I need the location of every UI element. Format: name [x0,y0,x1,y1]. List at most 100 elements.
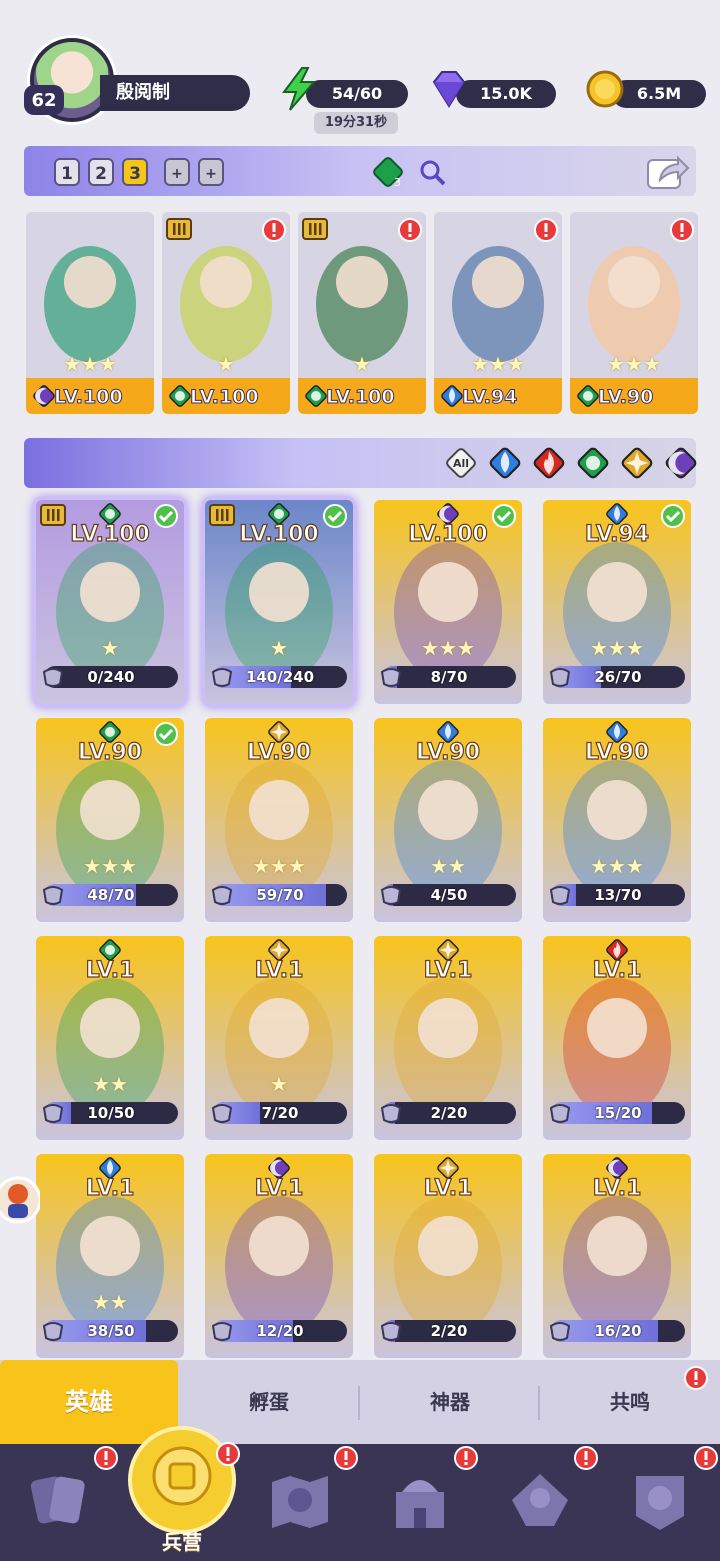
nav-guild[interactable] [480,1444,600,1561]
map-icon [272,1476,328,1528]
hero-card[interactable]: LV.1 ★★ 38/50 [36,1154,184,1358]
hero-level: LV.1 [85,1175,135,1201]
hero-stars: ★ [101,636,119,660]
hero-stars: ★ [270,636,288,660]
team-tab-2[interactable]: 2 [88,158,114,186]
nature-element-icon [577,447,609,479]
hero-level: LV.1 [423,1175,473,1201]
shard-icon [549,1104,571,1123]
hero-level: LV.94 [584,521,650,547]
hero-level: LV.90 [584,739,650,765]
hero-card[interactable]: LV.90 ★★★ 48/70 [36,718,184,922]
filter-fire[interactable] [532,446,566,480]
alert-icon [94,1446,118,1470]
hero-level: LV.100 [54,386,124,409]
team-hero-card[interactable]: ★★★ LV.94 [434,212,562,414]
shard-icon [42,1104,64,1123]
team-hero-card[interactable]: ★★★ LV.90 [570,212,698,414]
gold-counter[interactable]: 6.5M [586,70,706,108]
filter-nature[interactable] [576,446,610,480]
nav-clan[interactable] [600,1444,720,1561]
hero-card[interactable]: LV.100 ★ 0/240 [36,500,184,704]
alert-icon [534,218,558,242]
mushroom-house-icon [512,1474,568,1526]
shard-icon [380,668,402,687]
hero-stars: ★ [270,1072,288,1096]
team-tab-3[interactable]: 3 [122,158,148,186]
nav-barracks[interactable]: 兵营 [122,1424,242,1561]
hero-card[interactable]: LV.90 ★★★ 13/70 [543,718,691,922]
shard-icon [211,668,233,687]
hero-card[interactable]: LV.1 2/20 [374,936,522,1140]
hero-stars: ★★★ [421,636,475,660]
shard-icon [211,1104,233,1123]
alert-icon [262,218,286,242]
filter-light[interactable] [620,446,654,480]
shard-icon [380,886,402,905]
energy-counter[interactable]: 54/60 [282,67,408,111]
hero-card[interactable]: LV.90 ★★★ 59/70 [205,718,353,922]
hero-level: LV.100 [408,521,489,547]
hero-card[interactable]: LV.1 12/20 [205,1154,353,1358]
gem-counter[interactable]: 15.0K [432,71,556,108]
hero-stars: ★ [217,352,235,376]
hero-level: LV.94 [461,386,518,409]
add-team-button-2[interactable]: + [198,158,224,186]
share-icon[interactable] [646,152,690,192]
alert-icon [454,1446,478,1470]
hero-level: LV.90 [597,386,654,409]
side-hero-float-icon[interactable] [0,1170,40,1234]
magnifier-icon[interactable] [416,156,448,188]
hero-stars: ★★★ [252,854,306,878]
hero-stars: ★★★ [63,352,117,376]
nature-element-icon [577,385,599,407]
hero-level: LV.1 [592,1175,642,1201]
hero-card[interactable]: LV.1 15/20 [543,936,691,1140]
barracks-icon [128,1426,236,1534]
player-name[interactable]: 殷阅制 [100,75,250,111]
nav-castle[interactable] [360,1444,480,1561]
hero-card[interactable]: LV.1 ★ 7/20 [205,936,353,1140]
nav-map[interactable] [240,1444,360,1561]
bottom-nav [0,1444,720,1561]
shard-icon [549,1322,571,1341]
energy-value: 54/60 [331,84,383,103]
nav-cards[interactable] [0,1444,120,1561]
sub-tab-bar: 英雄 孵蛋 神器 共鸣 [0,1360,720,1444]
add-team-button[interactable]: + [164,158,190,186]
hero-card[interactable]: LV.90 ★★ 4/50 [374,718,522,922]
alert-icon [670,218,694,242]
shard-icon [42,1322,64,1341]
alert-icon [574,1446,598,1470]
hero-level: LV.100 [190,386,260,409]
filter-all[interactable]: All [444,446,478,480]
team-hero-card[interactable]: ★ LV.100 [162,212,290,414]
hero-card[interactable]: LV.1 ★★ 10/50 [36,936,184,1140]
filter-dark[interactable] [664,446,698,480]
water-element-icon [441,385,463,407]
hero-card[interactable]: LV.94 ★★★ 26/70 [543,500,691,704]
team-hero-card[interactable]: ★★★ LV.100 [26,212,154,414]
tab-artifact[interactable]: 神器 [360,1360,540,1444]
hero-level: LV.1 [254,957,304,983]
hero-card[interactable]: LV.1 2/20 [374,1154,522,1358]
hero-level: LV.90 [415,739,481,765]
team-tab-1[interactable]: 1 [54,158,80,186]
hero-level: LV.100 [70,521,151,547]
shard-icon [211,886,233,905]
alert-icon [398,218,422,242]
filter-water[interactable] [488,446,522,480]
hero-card[interactable]: LV.100 ★★★ 8/70 [374,500,522,704]
energy-timer: 19分31秒 [314,112,398,134]
cards-icon [30,1476,85,1524]
team-lineup: ★★★ LV.100 ★ LV.100 ★ LV.100 ★★★ LV.94 ★… [26,212,698,416]
gem-value: 15.0K [480,84,532,103]
team-hero-card[interactable]: ★ LV.100 [298,212,426,414]
hero-card[interactable]: LV.100 ★ 140/240 [205,500,353,704]
banner-icon [636,1476,684,1530]
element-filter-bar: All [24,438,698,488]
hero-card[interactable]: LV.1 16/20 [543,1154,691,1358]
light-element-icon [621,447,653,479]
nature-dice-icon[interactable]: 3 [372,156,404,188]
hero-stars: ★★★ [590,636,644,660]
